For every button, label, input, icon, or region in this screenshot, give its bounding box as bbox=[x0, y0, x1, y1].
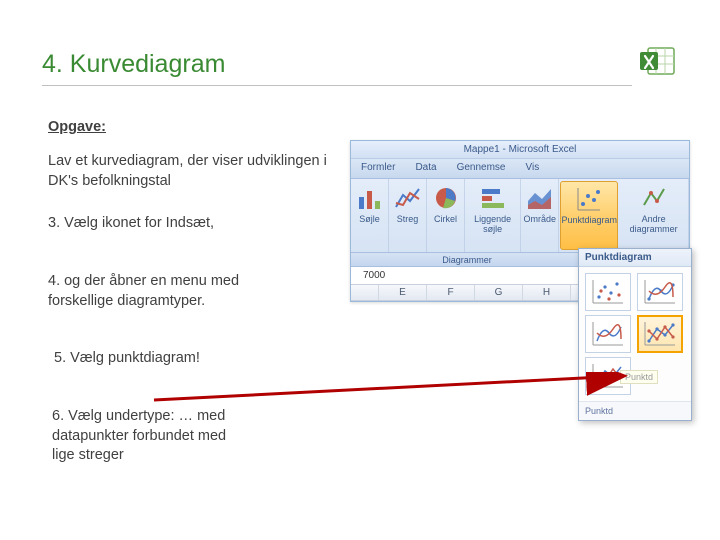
dropdown-title: Punktdiagram bbox=[579, 249, 691, 267]
window-title: Mappe1 - Microsoft Excel bbox=[351, 141, 689, 159]
chart-label: Streg bbox=[397, 215, 419, 225]
excel-logo-icon bbox=[638, 40, 678, 80]
chart-type-other[interactable]: Andre diagrammer bbox=[619, 179, 689, 252]
chart-type-pie[interactable]: Cirkel bbox=[427, 179, 465, 252]
tab-data[interactable]: Data bbox=[405, 159, 446, 178]
chart-label: Søjle bbox=[359, 215, 380, 225]
other-charts-icon bbox=[639, 183, 669, 213]
charts-ribbon-group: Søjle Streg Cirkel Liggende søjle Område bbox=[351, 179, 689, 253]
chart-type-column[interactable]: Søjle bbox=[351, 179, 389, 252]
callout-arrow-icon bbox=[152, 372, 637, 402]
chart-label: Punktdiagram bbox=[562, 216, 618, 226]
scatter-chart-icon bbox=[574, 184, 604, 214]
group-label-diagrammer: Diagrammer bbox=[351, 253, 583, 266]
line-chart-icon bbox=[393, 183, 423, 213]
scatter-option-markers-only[interactable] bbox=[585, 273, 631, 311]
chart-type-line[interactable]: Streg bbox=[389, 179, 427, 252]
col-header-f[interactable]: F bbox=[427, 285, 475, 300]
task-description: Lav et kurvediagram, der viser udvikling… bbox=[48, 152, 333, 191]
col-header-g[interactable]: G bbox=[475, 285, 523, 300]
step-6: 6. Vælg undertype: … med datapunkter for… bbox=[52, 407, 232, 466]
step-3: 3. Vælg ikonet for Indsæt, bbox=[48, 214, 268, 234]
pie-chart-icon bbox=[431, 183, 461, 213]
chart-type-bar[interactable]: Liggende søjle bbox=[465, 179, 521, 252]
scatter-option-smooth-lines[interactable] bbox=[585, 315, 631, 353]
chart-type-scatter[interactable]: Punktdiagram bbox=[560, 181, 618, 250]
hbar-chart-icon bbox=[478, 183, 508, 213]
chart-label: Liggende søjle bbox=[468, 215, 517, 235]
chart-label: Område bbox=[524, 215, 557, 225]
dropdown-all-types[interactable]: Punktd bbox=[579, 401, 691, 420]
tab-vis[interactable]: Vis bbox=[516, 159, 550, 178]
formula-value: 7000 bbox=[351, 270, 385, 281]
opgave-heading: Opgave: bbox=[48, 118, 106, 138]
tab-formler[interactable]: Formler bbox=[351, 159, 405, 178]
slide-title: 4. Kurvediagram bbox=[42, 50, 632, 86]
chart-label: Cirkel bbox=[434, 215, 457, 225]
scatter-dropdown: Punktdiagram Punktd bbox=[578, 248, 692, 421]
column-chart-icon bbox=[355, 183, 385, 213]
step-5: 5. Vælg punktdiagram! bbox=[54, 349, 204, 369]
step-4: 4. og der åbner en menu med forskellige … bbox=[48, 272, 268, 311]
col-header-h[interactable]: H bbox=[523, 285, 571, 300]
chart-type-area[interactable]: Område bbox=[521, 179, 559, 252]
scatter-option-straight-markers[interactable] bbox=[637, 315, 683, 353]
col-header-e[interactable]: E bbox=[379, 285, 427, 300]
scatter-tooltip: Punktd bbox=[620, 370, 658, 384]
scatter-option-smooth-markers[interactable] bbox=[637, 273, 683, 311]
tab-gennemse[interactable]: Gennemse bbox=[447, 159, 516, 178]
area-chart-icon bbox=[525, 183, 555, 213]
col-header-blank bbox=[351, 285, 379, 300]
ribbon-tabs: Formler Data Gennemse Vis bbox=[351, 159, 689, 179]
chart-label: Andre diagrammer bbox=[622, 215, 685, 235]
